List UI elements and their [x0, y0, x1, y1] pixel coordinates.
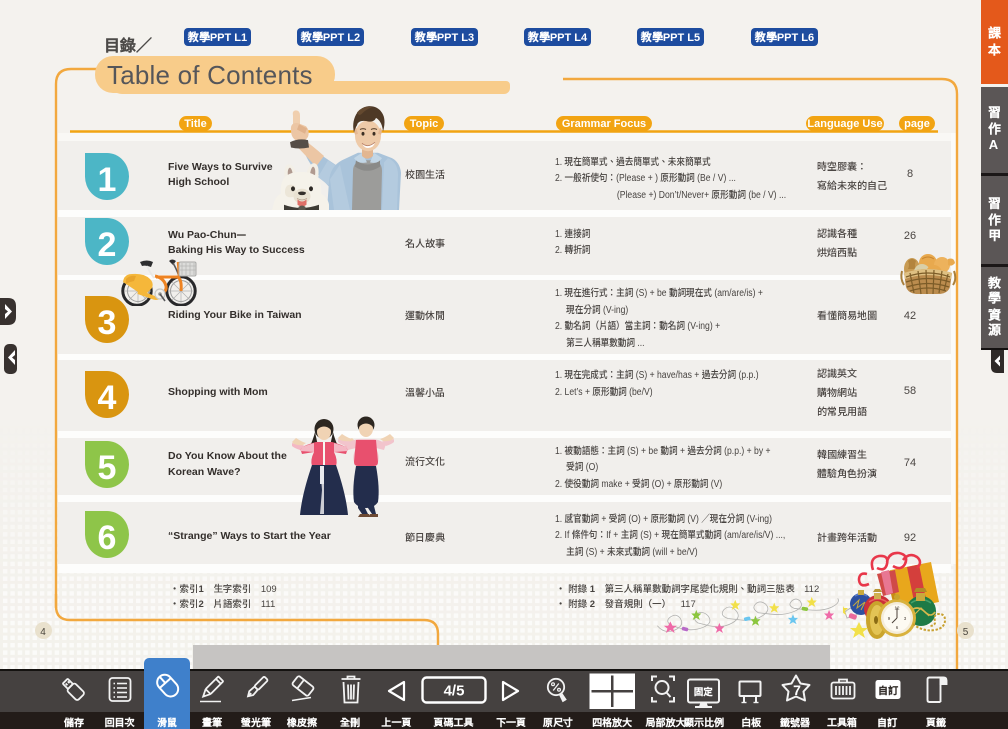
svg-text:7: 7	[793, 682, 801, 698]
svg-text:固定: 固定	[694, 684, 714, 698]
svg-text:自訂: 自訂	[878, 682, 898, 697]
svg-text:4/5: 4/5	[444, 683, 465, 700]
